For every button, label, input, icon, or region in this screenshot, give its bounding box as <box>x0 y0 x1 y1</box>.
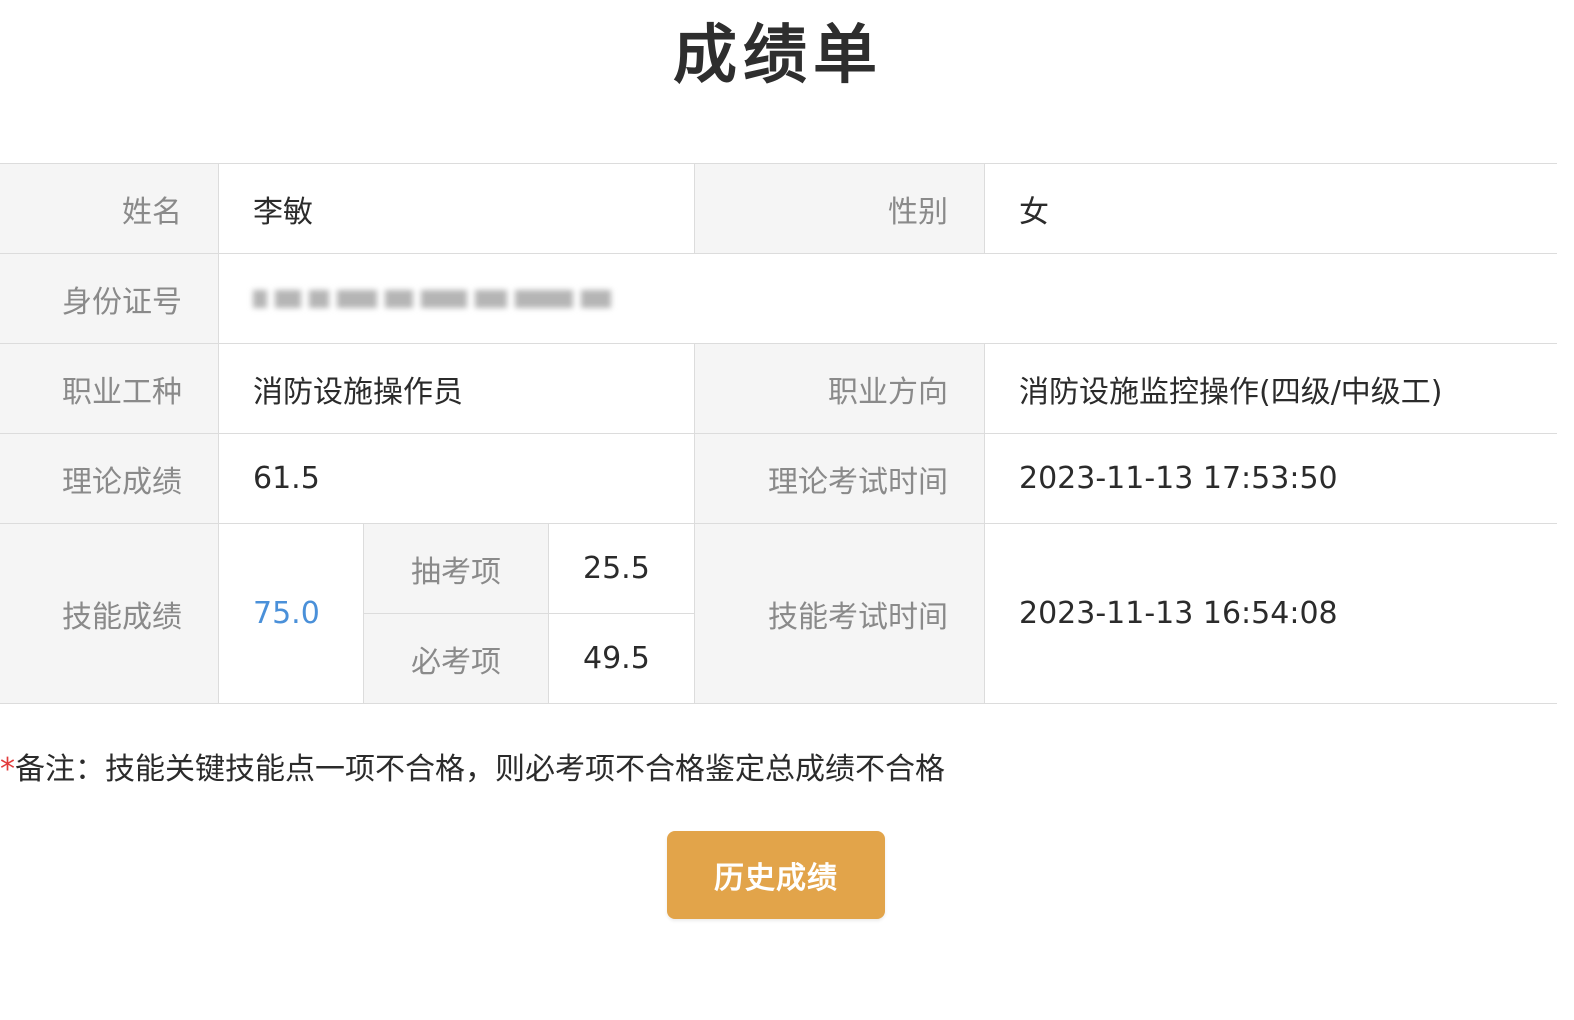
name-label: 姓名 <box>0 164 218 254</box>
occupation-value: 消防设施操作员 <box>218 344 694 434</box>
skill-time-value: 2023-11-13 16:54:08 <box>984 524 1557 704</box>
direction-value: 消防设施监控操作(四级/中级工) <box>984 344 1557 434</box>
history-scores-button[interactable]: 历史成绩 <box>667 831 885 919</box>
occupation-label: 职业工种 <box>0 344 218 434</box>
score-table: 姓名 李敏 性别 女 身份证号 职业工种 消防设施操作员 职业方向 消防设施监控… <box>0 163 1557 704</box>
random-item-value: 25.5 <box>548 524 694 614</box>
required-item-value: 49.5 <box>548 614 694 704</box>
required-asterisk: * <box>0 752 15 787</box>
skill-score-value: 75.0 <box>218 524 363 704</box>
redaction-blur <box>253 289 611 308</box>
skill-score-label: 技能成绩 <box>0 524 218 704</box>
remark-text: 备注：技能关键技能点一项不合格，则必考项不合格鉴定总成绩不合格 <box>15 752 945 787</box>
theory-score-label: 理论成绩 <box>0 434 218 524</box>
id-number-value-redacted <box>218 254 1557 344</box>
random-item-label: 抽考项 <box>363 524 548 614</box>
page-title: 成绩单 <box>673 19 883 93</box>
direction-label: 职业方向 <box>694 344 984 434</box>
skill-time-label: 技能考试时间 <box>694 524 984 704</box>
gender-value: 女 <box>984 164 1557 254</box>
theory-score-value: 61.5 <box>218 434 694 524</box>
theory-time-label: 理论考试时间 <box>694 434 984 524</box>
remark-note: *备注：技能关键技能点一项不合格，则必考项不合格鉴定总成绩不合格 <box>0 744 945 788</box>
required-item-label: 必考项 <box>363 614 548 704</box>
theory-time-value: 2023-11-13 17:53:50 <box>984 434 1557 524</box>
gender-label: 性别 <box>694 164 984 254</box>
name-value: 李敏 <box>218 164 694 254</box>
id-number-label: 身份证号 <box>0 254 218 344</box>
